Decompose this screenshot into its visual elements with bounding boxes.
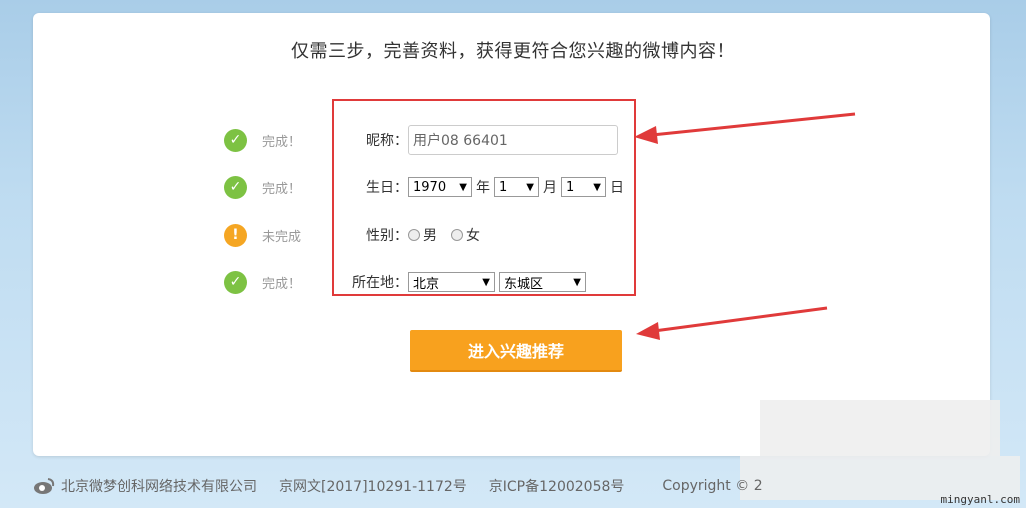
province-select[interactable]: 北京 ▼ xyxy=(408,272,495,292)
step-status-gender: ! 未完成 xyxy=(224,223,301,247)
step-status-text: 完成！ xyxy=(262,134,302,150)
month-value: 1 xyxy=(499,179,508,195)
chevron-down-icon: ▼ xyxy=(482,276,490,288)
chevron-down-icon: ▼ xyxy=(459,181,467,193)
male-radio[interactable] xyxy=(408,229,420,241)
exclamation-icon: ! xyxy=(224,223,247,247)
day-unit: 日 xyxy=(610,180,624,196)
blurred-area xyxy=(760,400,1000,456)
chevron-down-icon: ▼ xyxy=(593,181,601,193)
interest-recommend-button[interactable]: 进入兴趣推荐 xyxy=(410,330,622,372)
footer: 北京微梦创科网络技术有限公司 京网文[2017]10291-1172号 京ICP… xyxy=(33,476,785,496)
step-status-birthday: ✓ 完成！ xyxy=(224,175,301,199)
female-radio[interactable] xyxy=(451,229,463,241)
day-value: 1 xyxy=(566,179,575,195)
month-select[interactable]: 1 ▼ xyxy=(494,177,539,197)
footer-company: 北京微梦创科网络技术有限公司 xyxy=(61,479,257,495)
birthday-row: 生日： 1970 ▼ 年 1 ▼ 月 1 ▼ 日 xyxy=(362,177,628,197)
gender-label: 性别： xyxy=(366,228,408,244)
birthday-label: 生日： xyxy=(366,180,408,196)
step-status-text: 完成！ xyxy=(262,276,302,292)
nickname-label: 昵称： xyxy=(366,133,408,149)
day-select[interactable]: 1 ▼ xyxy=(561,177,606,197)
nickname-input[interactable] xyxy=(408,125,618,155)
check-icon: ✓ xyxy=(224,270,247,294)
location-label: 所在地： xyxy=(352,275,408,291)
gender-row: 性别： 男 女 xyxy=(362,225,480,245)
male-label[interactable]: 男 xyxy=(423,225,437,245)
weibo-logo-icon xyxy=(34,478,55,494)
step-status-nickname: ✓ 完成！ xyxy=(224,128,301,152)
step-status-text: 完成！ xyxy=(262,181,302,197)
annotation-arrow-icon xyxy=(634,112,856,144)
check-icon: ✓ xyxy=(224,175,247,199)
footer-icp: 京ICP备12002058号 xyxy=(488,479,625,495)
step-status-text: 未完成 xyxy=(262,229,302,245)
province-value: 北京 xyxy=(413,276,440,292)
footer-copyright: Copyright © 2 xyxy=(662,478,763,494)
year-value: 1970 xyxy=(413,179,447,195)
nickname-row: 昵称： xyxy=(362,125,618,155)
month-unit: 月 xyxy=(543,180,557,196)
district-value: 东城区 xyxy=(504,276,544,292)
chevron-down-icon: ▼ xyxy=(526,181,534,193)
location-row: 所在地： 北京 ▼ 东城区 ▼ xyxy=(349,272,586,292)
annotation-arrow-icon xyxy=(636,306,828,340)
watermark: mingyanl.com xyxy=(940,493,1020,506)
year-unit: 年 xyxy=(476,180,490,196)
step-status-location: ✓ 完成！ xyxy=(224,270,301,294)
footer-license: 京网文[2017]10291-1172号 xyxy=(279,479,467,495)
check-icon: ✓ xyxy=(224,128,247,152)
year-select[interactable]: 1970 ▼ xyxy=(408,177,472,197)
chevron-down-icon: ▼ xyxy=(573,276,581,288)
page-title: 仅需三步，完善资料，获得更符合您兴趣的微博内容！ xyxy=(291,41,735,62)
district-select[interactable]: 东城区 ▼ xyxy=(499,272,586,292)
female-label[interactable]: 女 xyxy=(466,225,480,245)
